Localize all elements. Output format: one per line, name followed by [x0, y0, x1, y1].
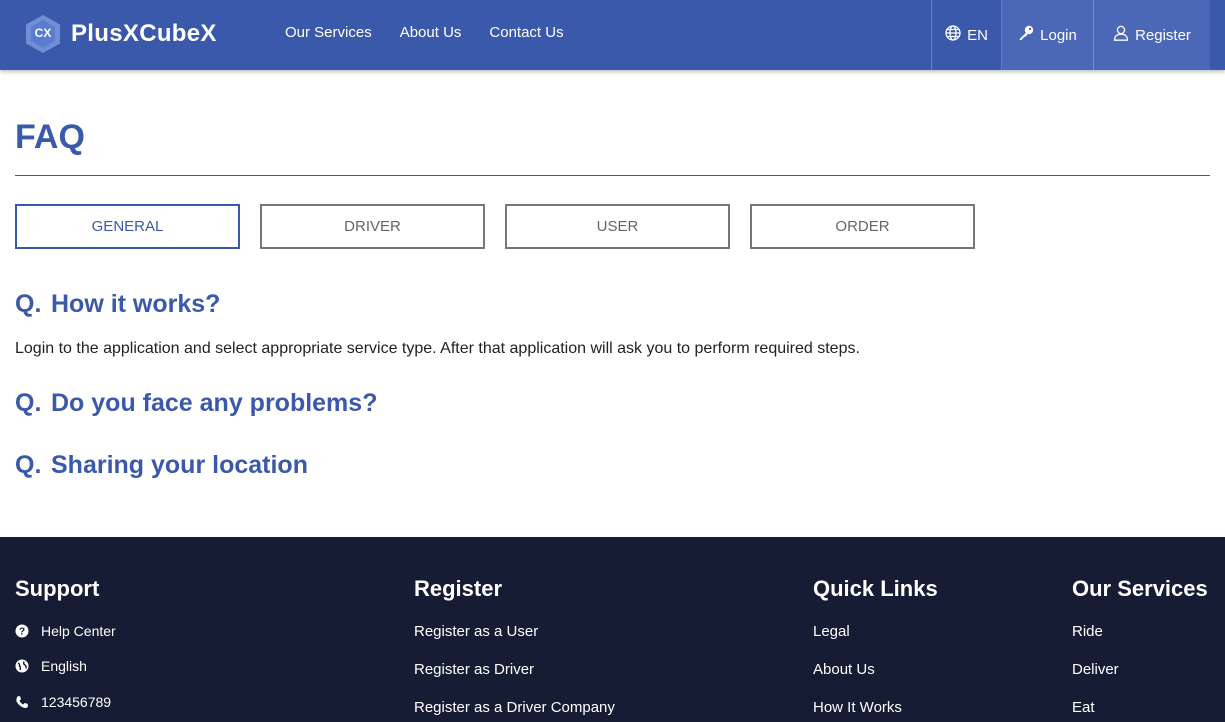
language-link[interactable]: English [15, 658, 87, 674]
how-it-works-link[interactable]: How It Works [813, 699, 902, 716]
service-deliver-link[interactable]: Deliver [1072, 661, 1119, 678]
question-text: Do you face any problems? [51, 389, 378, 417]
register-user-link[interactable]: Register as a User [414, 623, 538, 640]
footer-services-heading: Our Services [1072, 576, 1208, 601]
nav-our-services[interactable]: Our Services [285, 24, 372, 41]
service-ride-link[interactable]: Ride [1072, 623, 1103, 640]
top-navbar: CX PlusXCubeX Our Services About Us Cont… [0, 0, 1225, 70]
question-circle-icon: ? [15, 624, 41, 638]
brand-name: PlusXCubeX [71, 20, 217, 47]
tab-general[interactable]: GENERAL [15, 204, 240, 249]
question-text: Sharing your location [51, 451, 308, 479]
key-icon [1018, 25, 1034, 45]
phone-icon [15, 695, 41, 709]
language-label: English [41, 658, 87, 674]
footer-register-heading: Register [414, 576, 503, 601]
language-label: EN [967, 26, 988, 44]
language-selector[interactable]: EN [931, 0, 1001, 70]
question-prefix: Q. [15, 389, 42, 417]
main-nav: Our Services About Us Contact Us [285, 24, 564, 41]
faq-question-location[interactable]: Q. Sharing your location [15, 451, 308, 480]
globe-icon [945, 25, 961, 45]
footer-support-heading: Support [15, 576, 100, 601]
nav-contact-us[interactable]: Contact Us [489, 24, 563, 41]
login-label: Login [1040, 26, 1077, 44]
legal-link[interactable]: Legal [813, 623, 850, 640]
phone-link[interactable]: 123456789 [15, 694, 111, 710]
register-label: Register [1135, 26, 1191, 44]
footer: Support ? Help Center English 123456789 … [0, 537, 1225, 722]
register-button[interactable]: Register [1093, 0, 1210, 70]
help-center-link[interactable]: ? Help Center [15, 623, 116, 639]
tab-order[interactable]: ORDER [750, 204, 975, 249]
brand-logo[interactable]: CX PlusXCubeX [24, 14, 217, 54]
question-prefix: Q. [15, 290, 42, 318]
footer-quick-links-heading: Quick Links [813, 576, 938, 601]
phone-label: 123456789 [41, 694, 112, 710]
help-center-label: Help Center [41, 623, 116, 639]
faq-answer: Login to the application and select appr… [15, 340, 860, 357]
globe-icon [15, 659, 41, 673]
svg-text:?: ? [19, 627, 25, 638]
tab-driver[interactable]: DRIVER [260, 204, 485, 249]
about-us-link[interactable]: About Us [813, 661, 875, 678]
faq-question-problems[interactable]: Q. Do you face any problems? [15, 389, 377, 418]
page-title: FAQ [15, 118, 85, 156]
question-text: How it works? [51, 290, 221, 318]
register-driver-company-link[interactable]: Register as a Driver Company [414, 699, 615, 716]
question-prefix: Q. [15, 451, 42, 479]
tab-user[interactable]: USER [505, 204, 730, 249]
service-eat-link[interactable]: Eat [1072, 699, 1095, 716]
faq-question-how-it-works[interactable]: Q. How it works? [15, 290, 220, 319]
user-icon [1113, 25, 1129, 45]
register-driver-link[interactable]: Register as Driver [414, 661, 534, 678]
nav-about-us[interactable]: About Us [400, 24, 462, 41]
title-divider [15, 175, 1210, 176]
login-button[interactable]: Login [1001, 0, 1093, 70]
logo-badge-icon: CX [24, 14, 62, 54]
